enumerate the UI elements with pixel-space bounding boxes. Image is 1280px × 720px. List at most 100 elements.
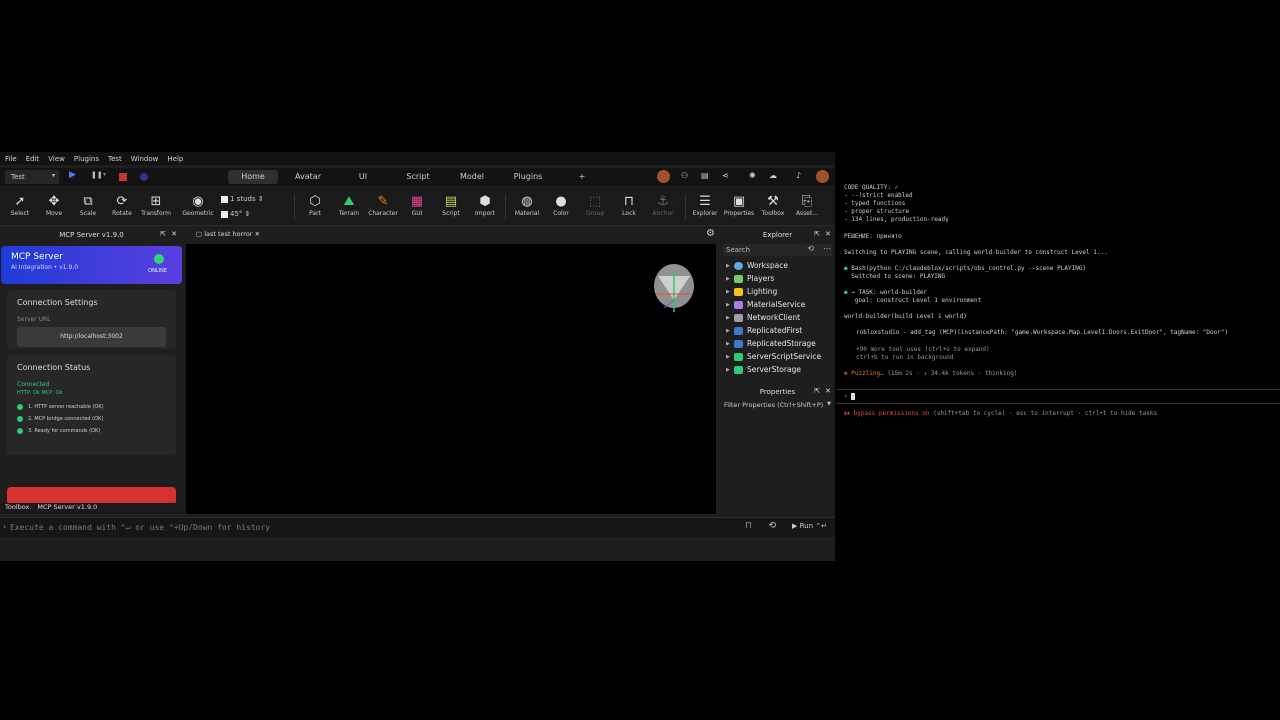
add-friend-icon[interactable]: ⚇: [681, 171, 688, 185]
tab-model[interactable]: Model: [455, 170, 489, 184]
cloud-icon[interactable]: ☁: [769, 171, 777, 185]
more-icon[interactable]: ⋯: [823, 244, 831, 253]
tree-item-serverscriptservice[interactable]: ▶ ServerScriptService: [720, 350, 835, 363]
tab-avatar[interactable]: Avatar: [288, 170, 328, 184]
menu-plugins[interactable]: Plugins: [74, 155, 99, 163]
check-item: 2. MCP bridge connected (OK): [17, 416, 166, 422]
anchor-tool[interactable]: ⚓ Anchor: [647, 194, 679, 217]
status-detail: (15m 2s · ↓ 34.4k tokens · thinking): [887, 370, 1018, 377]
explorer-search-input[interactable]: Search ⟲ ⋯: [723, 244, 832, 256]
pin-icon[interactable]: ⇱: [814, 387, 820, 395]
tree-item-replicatedfirst[interactable]: ▶ ReplicatedFirst: [720, 324, 835, 337]
menu-test[interactable]: Test: [108, 155, 122, 163]
chevron-right-icon[interactable]: ▶: [726, 367, 734, 373]
tab-add[interactable]: +: [576, 170, 588, 184]
mode-dropdown[interactable]: Test ▾: [5, 170, 59, 184]
command-input[interactable]: Execute a command with ⌃↵ or use ⌃+Up/Do…: [10, 523, 270, 532]
tree-item-networkclient[interactable]: ▶ NetworkClient: [720, 311, 835, 324]
history-icon[interactable]: ⟲: [768, 521, 776, 531]
scale-tool[interactable]: ⧉ Scale: [72, 194, 104, 217]
chevron-right-icon[interactable]: ▶: [726, 315, 734, 321]
server-url-field[interactable]: http://localhost:3002: [17, 327, 166, 347]
tree-item-players[interactable]: ▶ Players: [720, 272, 835, 285]
chevron-right-icon[interactable]: ▶: [726, 328, 734, 334]
move-tool[interactable]: ✥ Move: [38, 194, 70, 217]
menu-view[interactable]: View: [48, 155, 65, 163]
explorer-tree: ▶ Workspace ▶ Players ▶ Lighting ▶ MaterialS…: [720, 259, 835, 376]
properties-tool[interactable]: ▣ Properties: [723, 194, 755, 217]
tab-mcp-server[interactable]: MCP Server v1.9.0: [37, 503, 97, 514]
share-icon[interactable]: ⋖: [722, 171, 729, 185]
chevron-right-icon[interactable]: ▶: [726, 341, 734, 347]
chevron-right-icon[interactable]: ▶: [726, 263, 734, 269]
chevron-down-icon[interactable]: ▾: [103, 171, 106, 185]
select-tool[interactable]: ➚ Select: [4, 194, 36, 217]
material-tool[interactable]: ◍ Material: [511, 194, 543, 217]
chevron-right-icon[interactable]: ▶: [726, 289, 734, 295]
user-avatar[interactable]: [816, 170, 829, 183]
tab-script[interactable]: Script: [400, 170, 436, 184]
toolbox-tool[interactable]: ⚒ Toolbox: [757, 194, 789, 217]
gui-tool[interactable]: ▦ GUI: [401, 194, 433, 217]
close-icon[interactable]: ✕: [825, 387, 831, 395]
tree-item-replicatedstorage[interactable]: ▶ ReplicatedStorage: [720, 337, 835, 350]
part-tool[interactable]: ⬡ Part: [299, 194, 331, 217]
chevron-right-icon[interactable]: ▶: [726, 276, 734, 282]
tree-item-workspace[interactable]: ▶ Workspace: [720, 259, 835, 272]
run-button[interactable]: ▶ Run ⌃↵: [792, 522, 827, 530]
menu-window[interactable]: Window: [131, 155, 159, 163]
checkbox-icon: [221, 195, 228, 203]
chat-icon[interactable]: ▤: [701, 171, 709, 185]
chevron-right-icon[interactable]: ▶: [726, 302, 734, 308]
tree-item-lighting[interactable]: ▶ Lighting: [720, 285, 835, 298]
tree-item-serverstorage[interactable]: ▶ ServerStorage: [720, 363, 835, 376]
server-url-label: Server URL: [17, 316, 51, 323]
bookmark-icon[interactable]: ⊓: [745, 521, 752, 531]
bell-icon[interactable]: ♪: [796, 171, 801, 185]
avatar[interactable]: [657, 170, 670, 183]
chevron-right-icon[interactable]: ▶: [726, 354, 734, 360]
gear-icon[interactable]: ⚙: [706, 228, 715, 239]
lock-icon: ⊓: [623, 194, 635, 209]
assets-tool[interactable]: ⎘ Asset...: [791, 194, 823, 217]
menu-help[interactable]: Help: [167, 155, 183, 163]
stop-icon[interactable]: [119, 173, 127, 181]
menu-edit[interactable]: Edit: [26, 155, 40, 163]
color-tool[interactable]: ● Color: [545, 194, 577, 217]
sparkle-icon[interactable]: ✺: [749, 171, 756, 185]
script-tool[interactable]: ▤ Script: [435, 194, 467, 217]
tab-home[interactable]: Home: [228, 170, 278, 184]
filter-properties-input[interactable]: Filter Properties (Ctrl+Shift+P) ▼: [720, 399, 835, 409]
angle-snap[interactable]: 45° ⇕: [221, 210, 251, 218]
terminal-prompt[interactable]: ›: [844, 393, 856, 401]
tab-toolbox[interactable]: Toolbox: [5, 503, 29, 514]
tab-ui[interactable]: UI: [350, 170, 376, 184]
workspace-icon: [734, 261, 743, 270]
rotate-tool[interactable]: ⟳ Rotate: [106, 194, 138, 217]
properties-header: Properties ⇱ ✕: [720, 385, 835, 399]
3d-viewport[interactable]: [186, 244, 716, 514]
explorer-tool[interactable]: ☰ Explorer: [689, 194, 721, 217]
close-icon[interactable]: ✕: [825, 230, 831, 238]
menu-file[interactable]: File: [5, 155, 17, 163]
transform-tool[interactable]: ⊞ Transform: [140, 194, 172, 217]
lock-tool[interactable]: ⊓ Lock: [613, 194, 645, 217]
viewport-tab-bar: ▢ last test horror ✕ ⚙: [186, 228, 716, 243]
tree-item-materialservice[interactable]: ▶ MaterialService: [720, 298, 835, 311]
pin-icon[interactable]: ⇱: [160, 230, 166, 238]
studs-snap[interactable]: 1 studs ⇕: [221, 195, 264, 203]
import-tool[interactable]: ⬢ Import: [469, 194, 501, 217]
group-tool[interactable]: ⬚ Group: [579, 194, 611, 217]
record-icon[interactable]: [140, 173, 148, 181]
close-icon[interactable]: ✕: [171, 230, 177, 238]
mode-label: Test: [11, 173, 25, 181]
tab-place[interactable]: ▢ last test horror ✕: [192, 230, 264, 241]
pause-icon[interactable]: ❚❚: [91, 171, 103, 185]
terrain-tool[interactable]: ⛰ Terrain: [333, 194, 365, 217]
character-tool[interactable]: ✎ Character: [367, 194, 399, 217]
play-icon[interactable]: ▶: [69, 170, 76, 184]
tab-plugins[interactable]: Plugins: [510, 170, 546, 184]
history-icon[interactable]: ⟲: [807, 244, 814, 253]
geometric-tool[interactable]: ◉ Geometric: [182, 194, 214, 217]
pin-icon[interactable]: ⇱: [814, 230, 820, 238]
